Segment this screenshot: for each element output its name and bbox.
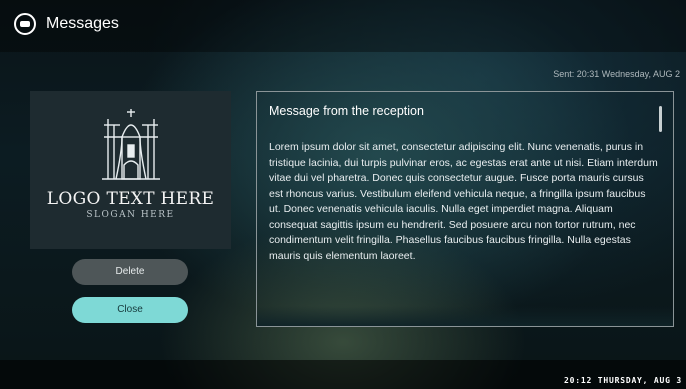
page-title: Messages	[46, 15, 119, 32]
close-button[interactable]: Close	[72, 297, 188, 323]
message-bubble-icon	[14, 13, 36, 35]
message-title: Message from the reception	[269, 104, 424, 118]
message-body: Lorem ipsum dolor sit amet, consectetur …	[269, 141, 658, 262]
cathedral-logo-icon	[102, 109, 160, 180]
scrollbar-thumb[interactable]	[659, 106, 662, 132]
clock: 20:12 THURSDAY, AUG 3	[564, 376, 682, 385]
logo-slogan: SLOGAN HERE	[86, 210, 175, 220]
text-fade	[257, 306, 673, 326]
logo-text: LOGO TEXT HERE	[46, 189, 215, 209]
header-bar: Messages	[0, 0, 686, 52]
message-panel[interactable]: Message from the reception Lorem ipsum d…	[256, 91, 674, 327]
sent-timestamp: Sent: 20:31 Wednesday, AUG 2	[553, 69, 680, 79]
delete-button[interactable]: Delete	[72, 259, 188, 285]
sender-logo: LOGO TEXT HERE SLOGAN HERE	[30, 91, 231, 249]
